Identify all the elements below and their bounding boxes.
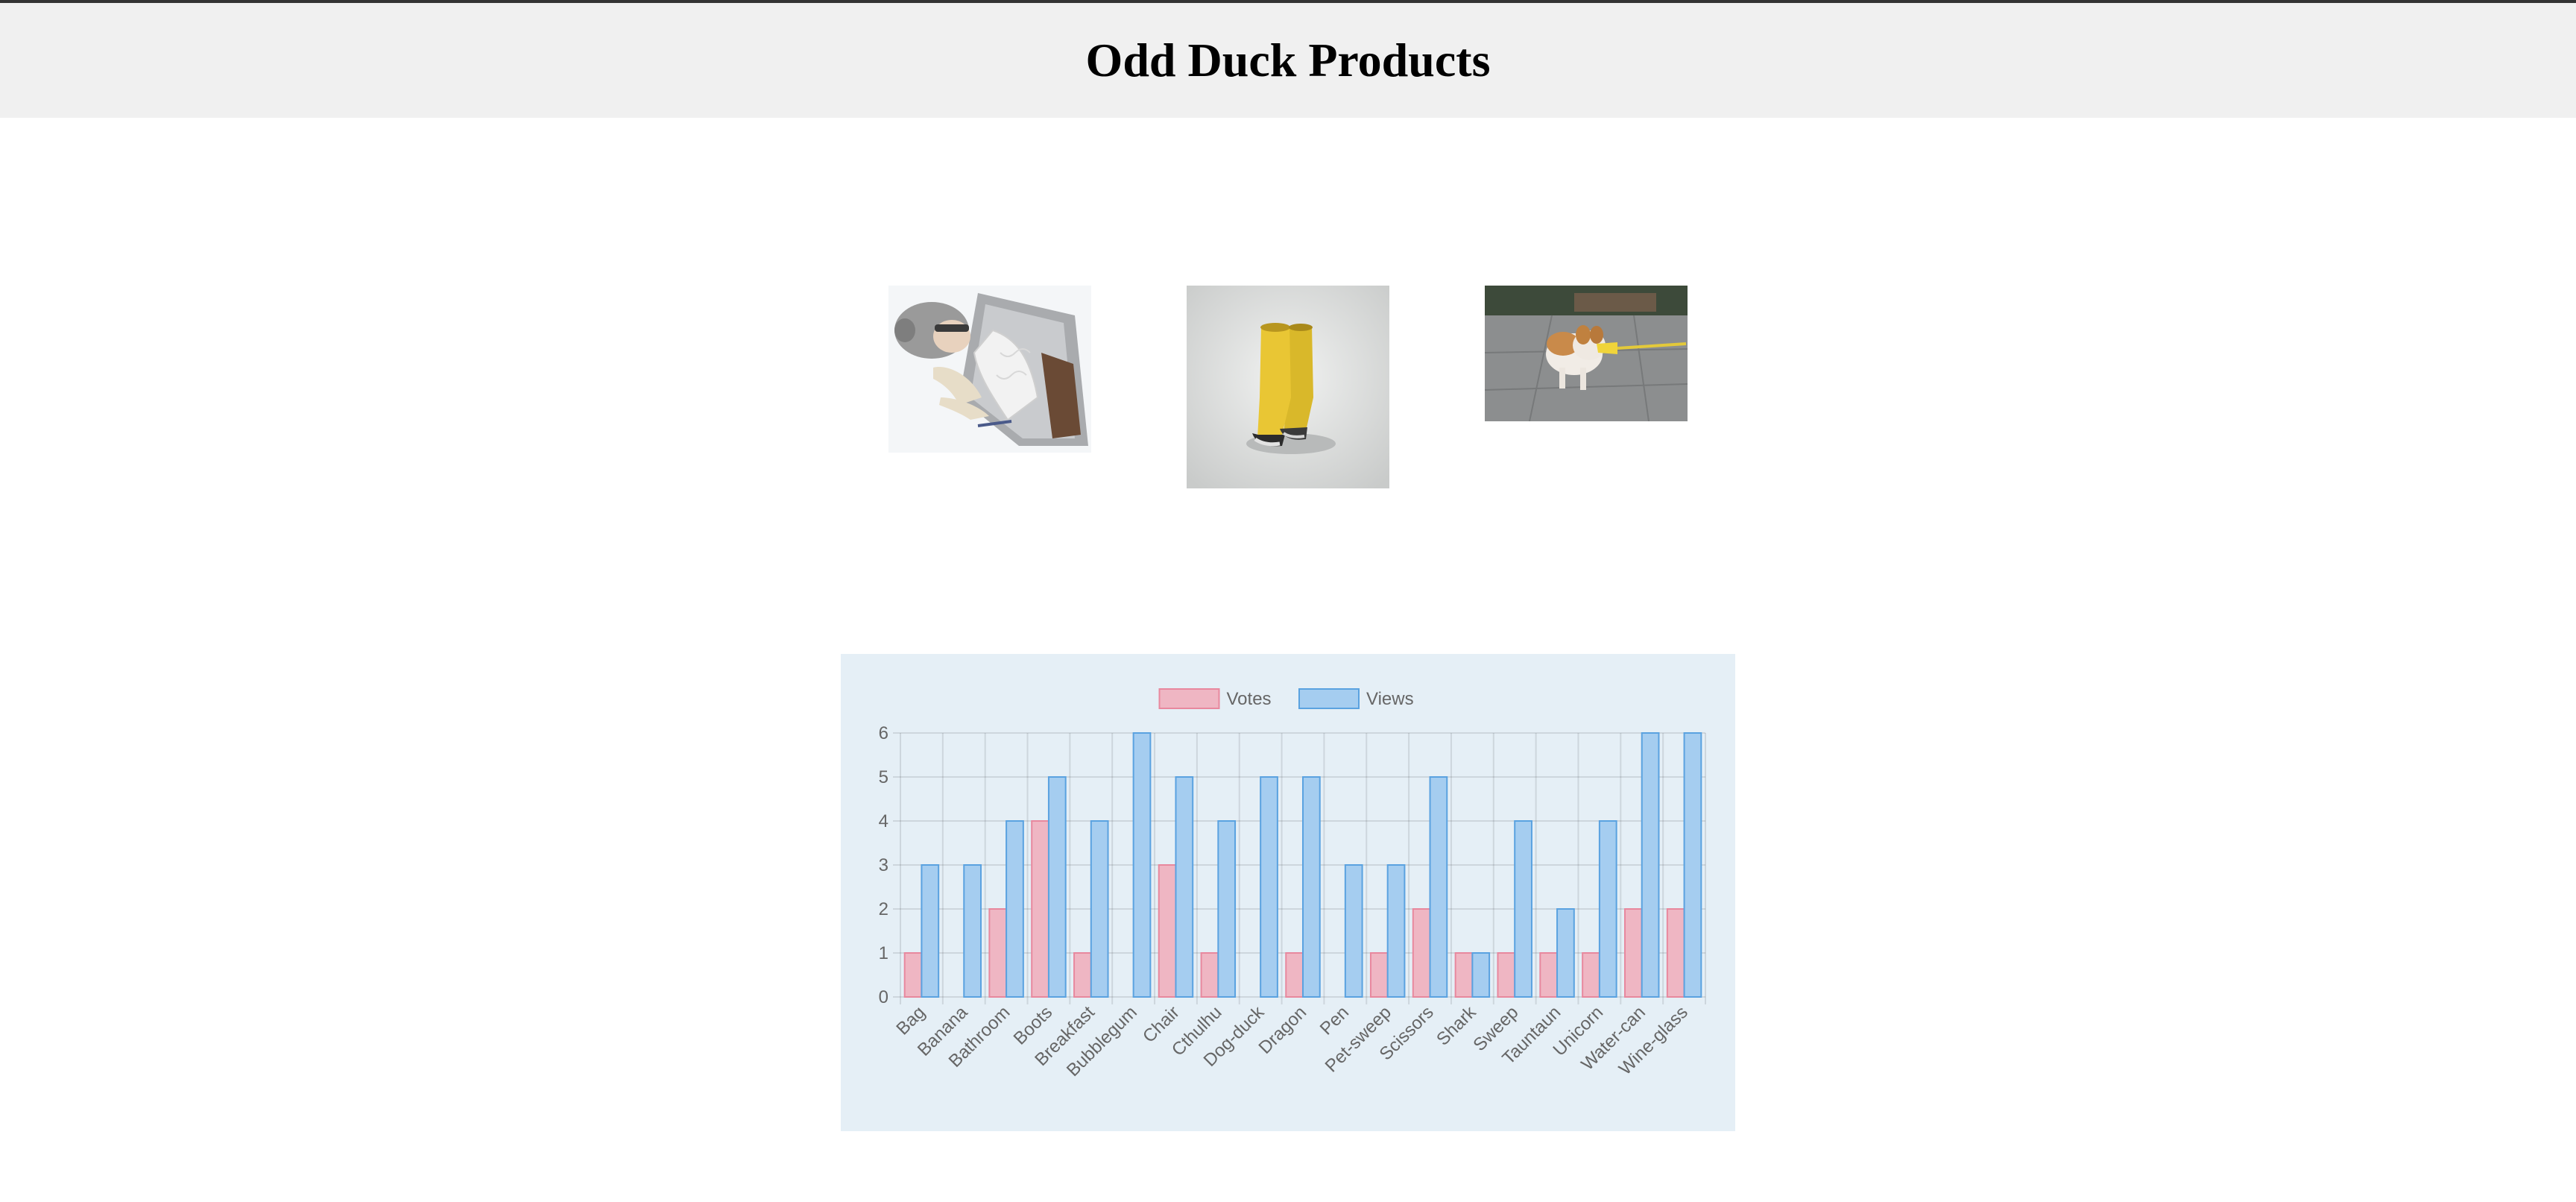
bar-views-pet-sweep	[1386, 864, 1406, 998]
product-image-dog-duck[interactable]	[1485, 286, 1688, 421]
page-title: Odd Duck Products	[1085, 34, 1491, 86]
bar-votes-sweep	[1497, 952, 1516, 998]
legend-swatch-views	[1298, 688, 1360, 709]
y-tick-label: 6	[879, 723, 888, 743]
y-tick-label: 5	[879, 767, 888, 787]
bar-views-boots	[1047, 776, 1067, 998]
votes-views-chart: 0 1 2 3 4 5 6 Bag Banana Bathroom Boots Breakfast Bu…	[841, 654, 1735, 1131]
bar-votes-tauntaun	[1539, 952, 1559, 998]
bar-views-chair	[1175, 776, 1194, 998]
y-tick-label: 1	[879, 943, 888, 963]
bar-views-pen	[1344, 864, 1363, 998]
legend-swatch-votes	[1158, 688, 1220, 709]
bar-votes-bathroom	[988, 908, 1008, 998]
y-tick-label: 2	[879, 899, 888, 919]
bar-views-wine-glass	[1683, 732, 1702, 998]
sleeping-bag-photo	[888, 286, 1091, 453]
bar-views-dragon	[1302, 776, 1321, 998]
bar-views-dog-duck	[1260, 776, 1278, 998]
bar-votes-boots	[1031, 820, 1049, 998]
bar-votes-water-can	[1624, 908, 1643, 998]
bar-votes-bag	[903, 952, 923, 998]
bar-votes-scissors	[1412, 908, 1431, 998]
bar-votes-cthulhu	[1200, 952, 1219, 998]
legend-label-votes: Votes	[1227, 689, 1272, 709]
bar-votes-shark	[1454, 952, 1474, 998]
bar-views-bathroom	[1006, 820, 1024, 998]
product-image-boots[interactable]	[1187, 286, 1389, 488]
bar-views-cthulhu	[1217, 820, 1237, 998]
bar-views-shark	[1471, 952, 1491, 998]
bar-views-breakfast	[1090, 820, 1109, 998]
dog-duck-photo	[1485, 286, 1688, 421]
bar-votes-pet-sweep	[1369, 952, 1389, 998]
bar-votes-breakfast	[1073, 952, 1092, 998]
bar-votes-wine-glass	[1666, 908, 1685, 998]
bar-chart-svg: 0123456BagBananaBathroomBootsBreakfastBu…	[841, 654, 1735, 1131]
bar-votes-chair	[1158, 864, 1177, 998]
bar-views-bubblegum	[1132, 732, 1152, 998]
bar-views-banana	[963, 864, 982, 998]
y-tick-label: 3	[879, 855, 888, 875]
bar-views-bag	[921, 864, 940, 998]
y-tick-label: 4	[879, 811, 888, 831]
yellow-boots-photo	[1187, 286, 1389, 488]
bar-views-tauntaun	[1556, 908, 1575, 998]
page-header: Odd Duck Products	[0, 3, 2576, 118]
bar-views-scissors	[1429, 776, 1448, 998]
bar-views-sweep	[1514, 820, 1532, 998]
product-image-bag[interactable]	[888, 286, 1091, 453]
bar-votes-unicorn	[1582, 952, 1600, 998]
y-tick-label: 0	[879, 987, 888, 1007]
bar-views-water-can	[1641, 732, 1660, 998]
bar-votes-dragon	[1285, 952, 1304, 998]
bar-views-unicorn	[1598, 820, 1617, 998]
legend-label-views: Views	[1366, 689, 1414, 709]
